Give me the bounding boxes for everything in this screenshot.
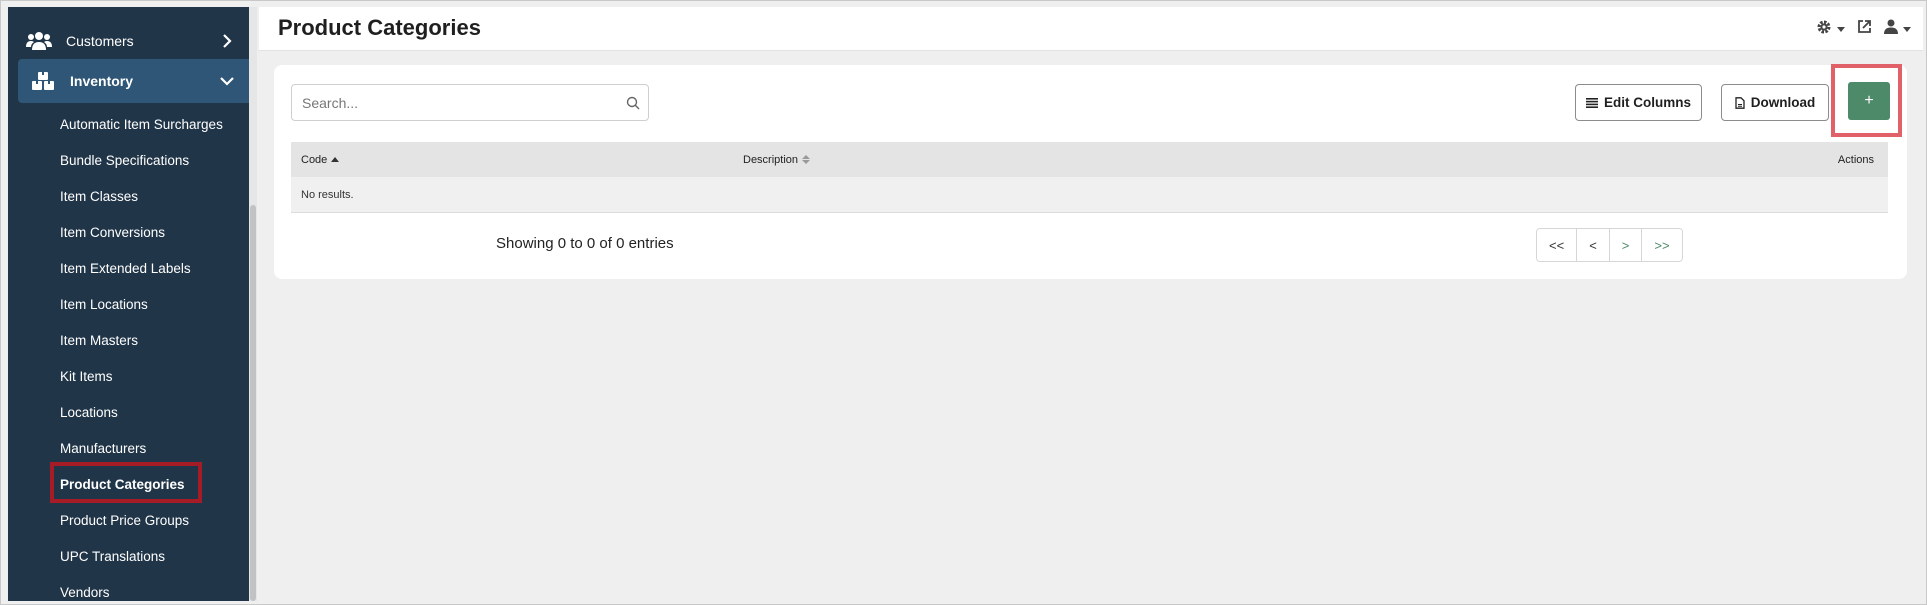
- search-input[interactable]: [292, 85, 618, 120]
- sidebar-item-inventory[interactable]: Inventory: [18, 59, 249, 103]
- next-page-button[interactable]: >: [1609, 229, 1643, 261]
- categories-table: Code Description Actions No results.: [291, 142, 1888, 213]
- sidebar-item-item-locations[interactable]: Item Locations: [8, 287, 249, 323]
- caret-down-icon: [1903, 26, 1911, 32]
- previous-page-button[interactable]: <: [1577, 229, 1610, 261]
- pagination: << < > >>: [1536, 228, 1683, 262]
- sidebar-item-label: Inventory: [70, 73, 134, 89]
- user-menu-dropdown[interactable]: [1884, 17, 1911, 41]
- edit-columns-label: Edit Columns: [1604, 95, 1691, 110]
- column-header-actions: Actions: [1837, 153, 1874, 166]
- table-header: Code Description Actions: [291, 142, 1888, 177]
- sort-icon: [802, 155, 811, 164]
- users-icon: [26, 30, 52, 52]
- settings-dropdown[interactable]: [1816, 17, 1845, 41]
- sidebar-item-locations[interactable]: Locations: [8, 395, 249, 431]
- search-icon[interactable]: [618, 96, 648, 110]
- download-label: Download: [1750, 95, 1816, 110]
- search-field[interactable]: [291, 84, 649, 121]
- sort-ascending-icon: [331, 157, 340, 162]
- edit-columns-button[interactable]: Edit Columns: [1575, 84, 1702, 121]
- column-header-code[interactable]: Code: [301, 153, 340, 166]
- chevron-down-icon: [219, 73, 235, 89]
- user-icon: [1884, 19, 1898, 39]
- entries-summary: Showing 0 to 0 of 0 entries: [496, 235, 674, 252]
- sidebar-item-automatic-item-surcharges[interactable]: Automatic Item Surcharges: [8, 107, 249, 143]
- page-header: Product Categories: [259, 7, 1923, 51]
- column-label: Code: [301, 153, 328, 166]
- boxes-icon: [30, 70, 56, 92]
- sidebar: Customers Inventory Automatic Item Surch…: [8, 7, 249, 601]
- download-button[interactable]: Download: [1721, 84, 1829, 121]
- chevron-right-icon: [219, 33, 235, 49]
- gear-icon: [1816, 19, 1832, 40]
- empty-row: No results.: [291, 177, 1888, 213]
- add-button[interactable]: +: [1848, 82, 1890, 120]
- app-frame: Customers Inventory Automatic Item Surch…: [0, 0, 1927, 605]
- sidebar-item-bundle-specifications[interactable]: Bundle Specifications: [8, 143, 249, 179]
- external-link-icon: [1857, 19, 1872, 39]
- sidebar-item-item-masters[interactable]: Item Masters: [8, 323, 249, 359]
- header-actions: [1816, 17, 1923, 41]
- last-page-button[interactable]: >>: [1642, 229, 1682, 261]
- caret-down-icon: [1837, 26, 1845, 32]
- sidebar-item-kit-items[interactable]: Kit Items: [8, 359, 249, 395]
- column-label: Description: [743, 153, 799, 166]
- sidebar-item-product-price-groups[interactable]: Product Price Groups: [8, 503, 249, 539]
- page-title: Product Categories: [278, 15, 481, 40]
- list-icon: [1586, 97, 1598, 108]
- file-icon: [1735, 96, 1745, 109]
- active-item-highlight: [50, 462, 202, 503]
- sidebar-scrollbar[interactable]: [249, 7, 257, 601]
- sidebar-item-upc-translations[interactable]: UPC Translations: [8, 539, 249, 575]
- sidebar-item-customers[interactable]: Customers: [8, 19, 249, 63]
- sidebar-item-vendors[interactable]: Vendors: [8, 575, 249, 601]
- column-header-description[interactable]: Description: [743, 153, 811, 166]
- sidebar-item-label: Customers: [66, 33, 134, 49]
- sidebar-item-item-extended-labels[interactable]: Item Extended Labels: [8, 251, 249, 287]
- sidebar-item-item-conversions[interactable]: Item Conversions: [8, 215, 249, 251]
- external-link-button[interactable]: [1857, 17, 1872, 41]
- sidebar-item-item-classes[interactable]: Item Classes: [8, 179, 249, 215]
- first-page-button[interactable]: <<: [1537, 229, 1578, 261]
- product-categories-card: Edit Columns Download + Code Description: [274, 64, 1907, 279]
- scrollbar-thumb[interactable]: [250, 205, 256, 601]
- inventory-submenu: Automatic Item Surcharges Bundle Specifi…: [8, 107, 249, 601]
